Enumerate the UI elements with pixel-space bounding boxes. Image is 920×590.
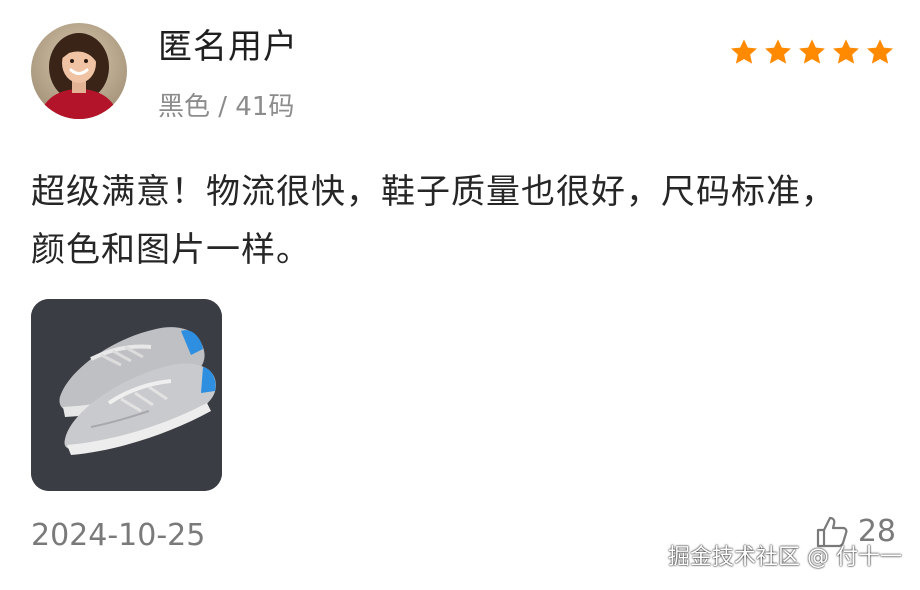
watermark: 掘金技术社区 @ 付十一 — [668, 545, 902, 570]
user-avatar[interactable] — [31, 23, 127, 119]
user-name: 匿名用户 — [158, 27, 298, 67]
review-date: 2024-10-25 — [31, 518, 206, 553]
avatar-image — [31, 23, 127, 119]
review-text: 超级满意！物流很快，鞋子质量也很好，尺码标准，颜色和图片一样。 — [31, 172, 836, 270]
star-icon — [765, 39, 791, 64]
sneaker-photo-icon — [31, 299, 222, 491]
review-photo[interactable] — [31, 299, 222, 491]
star-icon — [867, 39, 893, 64]
star-rating — [728, 36, 896, 68]
product-spec: 黑色 / 41码 — [158, 92, 295, 122]
star-icon — [731, 39, 757, 64]
star-icon — [799, 39, 825, 64]
review-card: 匿名用户 黑色 / 41码 超级满意！物流很快，鞋子质量也很好，尺码标准，颜色和… — [0, 0, 920, 590]
star-icon — [833, 39, 859, 64]
